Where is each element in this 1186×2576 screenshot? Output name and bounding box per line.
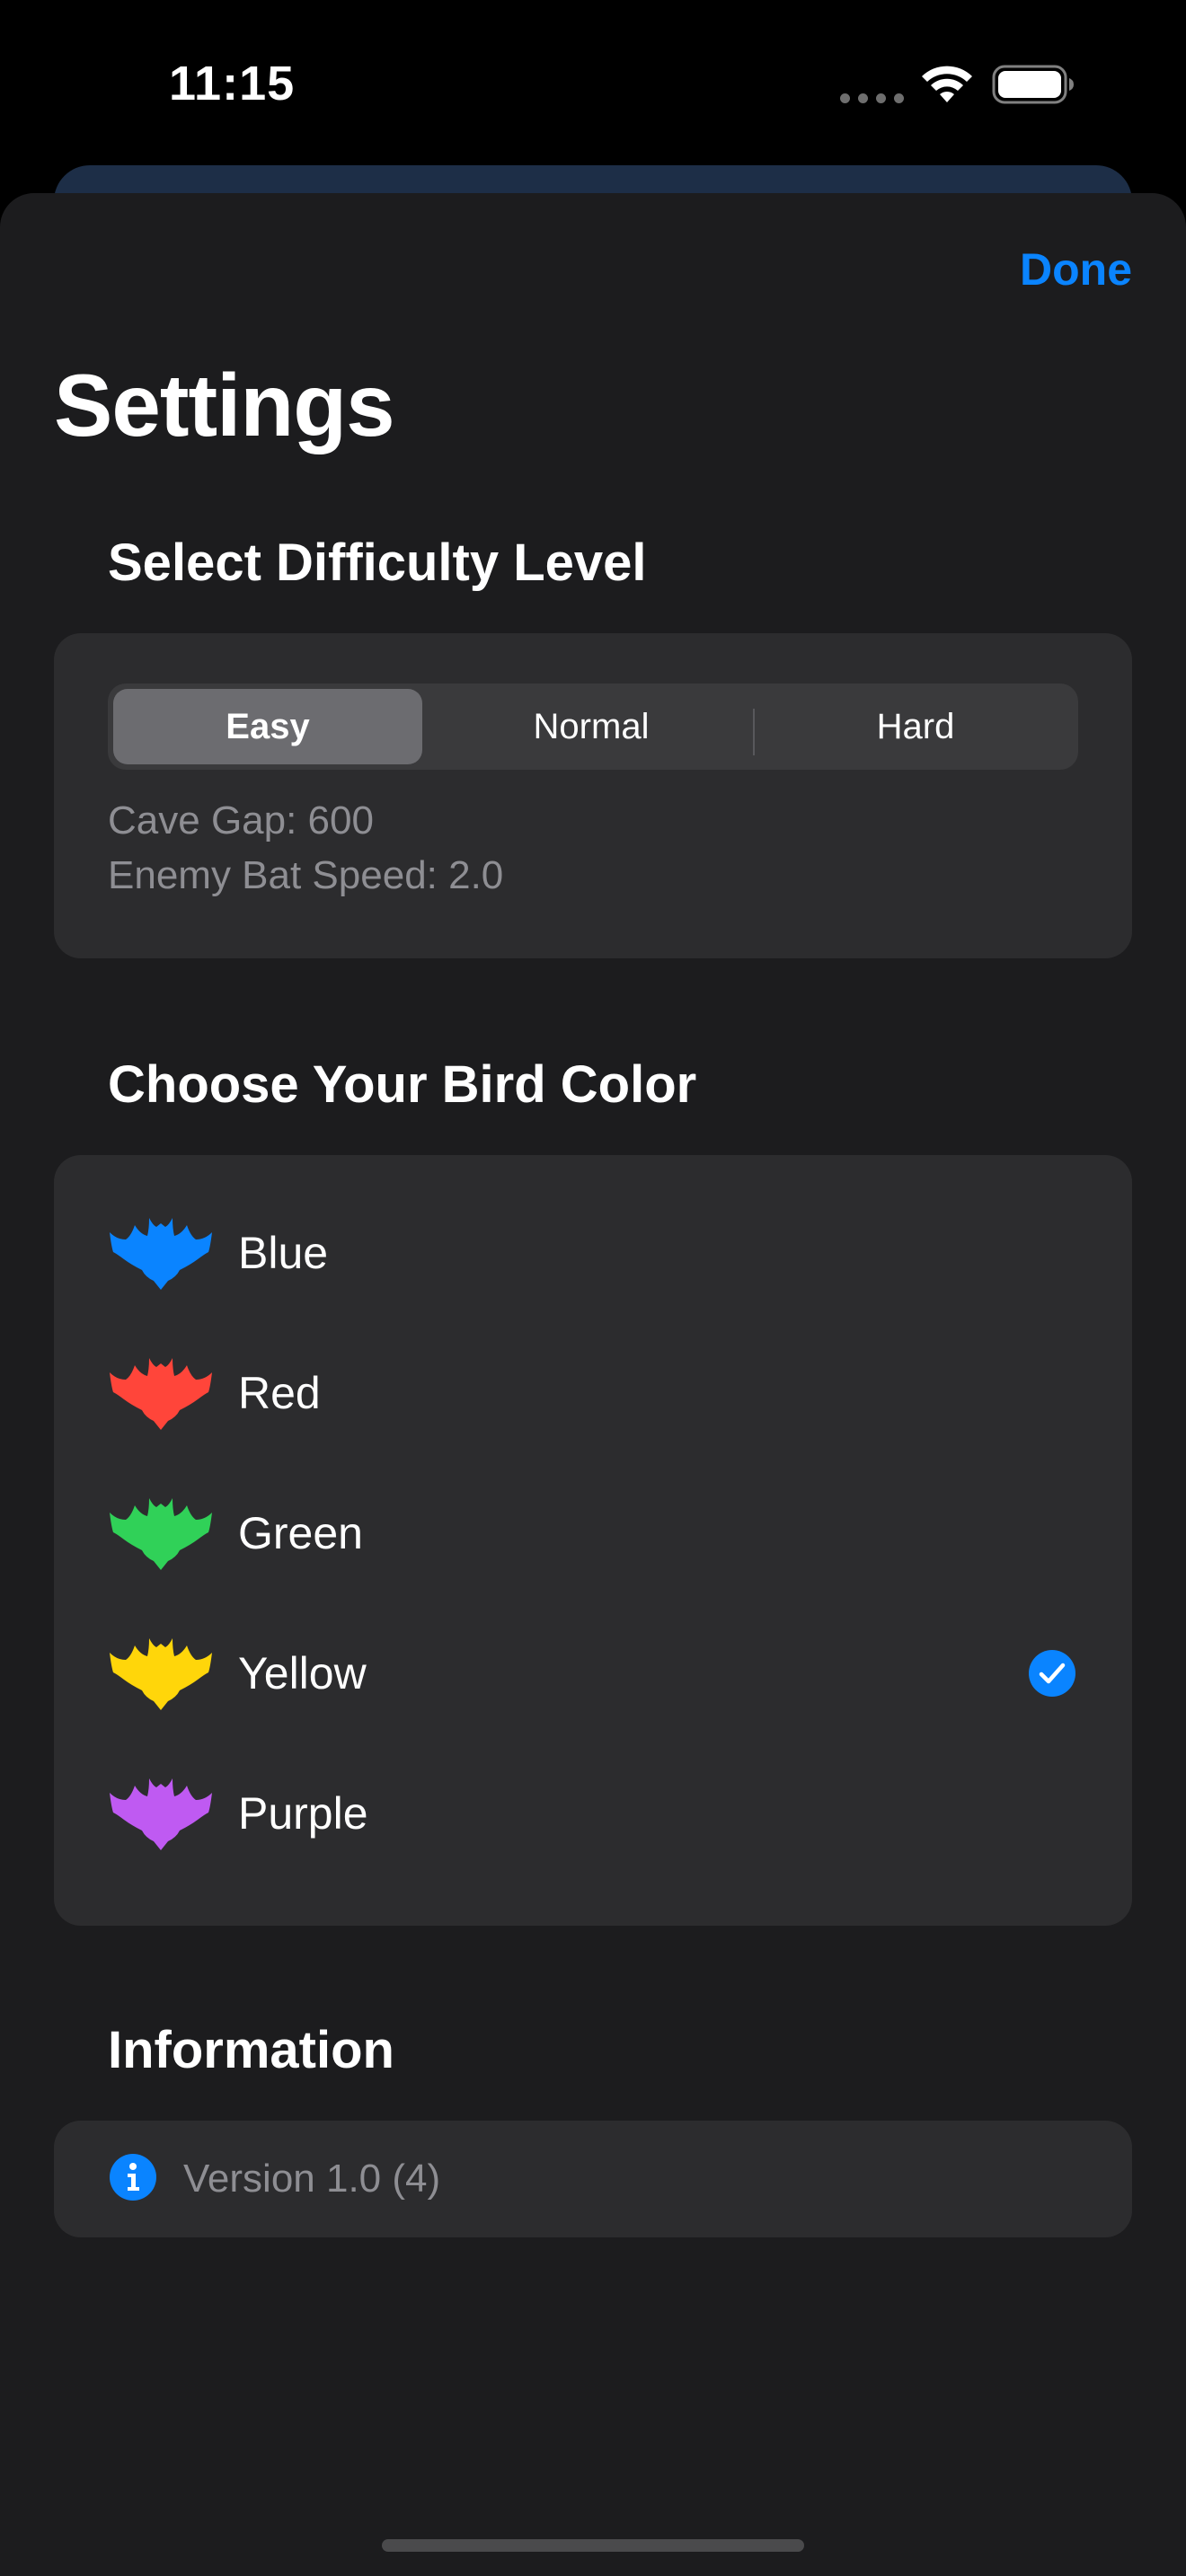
color-label: Green: [238, 1508, 363, 1558]
bat-icon: [108, 1353, 214, 1432]
checkmark-circle-icon: [1029, 1650, 1075, 1697]
information-section-header: Information: [108, 2021, 394, 2079]
settings-sheet: Done Settings Select Difficulty Level Ea…: [0, 193, 1186, 2576]
wifi-icon: [922, 66, 972, 102]
color-option-yellow[interactable]: Yellow: [54, 1602, 1132, 1742]
page-title: Settings: [54, 356, 395, 454]
info-icon: [110, 2154, 156, 2201]
home-indicator: [382, 2539, 804, 2552]
bat-icon: [108, 1493, 214, 1572]
color-label: Blue: [238, 1228, 329, 1278]
bird-color-card: Blue Red Green Yellow Purple: [54, 1155, 1132, 1926]
screen: 11:15 Done Settings Select Difficulty Le…: [0, 0, 1186, 2576]
segment-hard[interactable]: Hard: [761, 689, 1070, 764]
status-time: 11:15: [169, 57, 296, 110]
cellular-signal-icon: [840, 93, 904, 103]
version-text: Version 1.0 (4): [183, 2157, 441, 2201]
difficulty-segmented-control: Easy Normal Hard: [108, 684, 1078, 770]
difficulty-card: Easy Normal Hard Cave Gap: 600 Enemy Bat…: [54, 633, 1132, 958]
cave-gap-text: Cave Gap: 600: [108, 798, 374, 842]
bat-icon: [108, 1773, 214, 1852]
bat-icon: [108, 1213, 214, 1292]
segment-easy[interactable]: Easy: [113, 689, 422, 764]
color-option-red[interactable]: Red: [54, 1322, 1132, 1462]
bird-color-section-header: Choose Your Bird Color: [108, 1055, 697, 1114]
color-option-green[interactable]: Green: [54, 1462, 1132, 1602]
color-label: Red: [238, 1368, 321, 1418]
information-card: Version 1.0 (4): [54, 2121, 1132, 2237]
color-label: Purple: [238, 1788, 368, 1839]
color-option-purple[interactable]: Purple: [54, 1742, 1132, 1883]
bat-icon: [108, 1633, 214, 1712]
difficulty-section-header: Select Difficulty Level: [108, 534, 647, 592]
segment-normal[interactable]: Normal: [437, 689, 746, 764]
battery-icon: [992, 65, 1074, 104]
color-option-blue[interactable]: Blue: [54, 1182, 1132, 1322]
color-label: Yellow: [238, 1648, 367, 1698]
done-button[interactable]: Done: [1020, 243, 1132, 296]
segment-divider: [753, 709, 755, 755]
enemy-bat-speed-text: Enemy Bat Speed: 2.0: [108, 853, 504, 897]
